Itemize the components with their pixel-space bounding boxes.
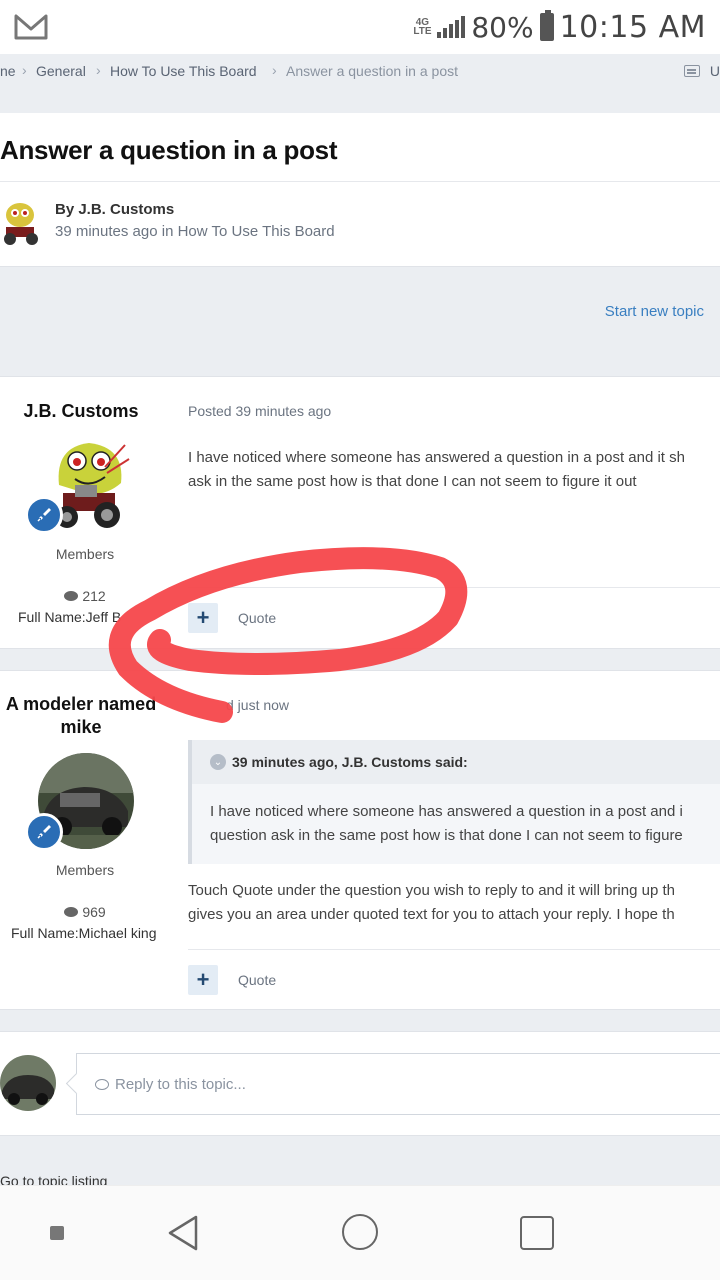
- newspaper-icon: [683, 65, 700, 77]
- multiquote-button[interactable]: +: [188, 603, 218, 633]
- chevron-down-icon[interactable]: ⌄: [210, 754, 226, 770]
- topic-header: Answer a question in a post By J.B. Cust…: [0, 113, 720, 267]
- quote-header[interactable]: ⌄ 39 minutes ago, J.B. Customs said:: [192, 740, 720, 784]
- post-author-name[interactable]: A modeler named mike: [0, 693, 162, 739]
- post-timestamp[interactable]: Posted 39 minutes ago: [188, 403, 331, 419]
- breadcrumb: ne › General › How To Use This Board › A…: [0, 54, 720, 90]
- unread-label: U: [709, 63, 720, 79]
- quoted-post: ⌄ 39 minutes ago, J.B. Customs said: I h…: [188, 740, 720, 864]
- rocket-icon: [37, 508, 51, 522]
- post-body: I have noticed where someone has answere…: [188, 446, 720, 494]
- signal-icon: [437, 16, 466, 38]
- quote-button[interactable]: Quote: [238, 610, 276, 626]
- author-name-line: mike: [60, 717, 102, 737]
- reply-area: Reply to this topic...: [0, 1031, 720, 1136]
- post: A modeler named mike Members 969 Full Na…: [0, 670, 720, 1010]
- quote-body-line: I have noticed where someone has answere…: [210, 803, 683, 820]
- post-body-line: Touch Quote under the question you wish …: [188, 882, 675, 899]
- breadcrumb-current: Answer a question in a post: [286, 63, 458, 79]
- status-bar: 4G LTE 80% 10:15 AM: [0, 0, 720, 54]
- breadcrumb-home[interactable]: ne: [0, 63, 16, 79]
- menu-icon[interactable]: [50, 1226, 64, 1240]
- current-user-avatar[interactable]: [0, 1055, 56, 1111]
- gmail-icon: [14, 14, 48, 40]
- unread-content-link[interactable]: U: [683, 63, 720, 79]
- full-name: Full Name:Jeff B: [18, 609, 122, 625]
- chevron-right-icon: ›: [22, 62, 27, 78]
- rank-badge: [25, 813, 63, 851]
- divider: [188, 587, 720, 588]
- network-type-indicator: 4G LTE: [413, 17, 432, 37]
- quote-button[interactable]: Quote: [238, 972, 276, 988]
- post-author-name[interactable]: J.B. Customs: [0, 401, 162, 422]
- rocket-icon: [37, 825, 51, 839]
- back-icon[interactable]: [164, 1214, 202, 1252]
- post-timestamp[interactable]: d just now: [226, 697, 289, 713]
- page-title: Answer a question in a post: [0, 135, 338, 165]
- breadcrumb-general[interactable]: General: [36, 63, 86, 79]
- reply-input[interactable]: Reply to this topic...: [76, 1053, 720, 1115]
- plus-icon: +: [196, 605, 210, 630]
- member-group: Members: [55, 862, 115, 878]
- topic-author[interactable]: By J.B. Customs: [55, 201, 174, 218]
- plus-icon: +: [196, 967, 210, 992]
- post-count-value: 212: [82, 588, 106, 604]
- clock: 10:15 AM: [559, 9, 706, 45]
- home-icon[interactable]: [342, 1214, 378, 1250]
- battery-percent: 80%: [471, 10, 534, 44]
- comment-icon: [64, 907, 79, 917]
- battery-icon: [539, 10, 554, 41]
- quote-body-line: question ask in the same post how is tha…: [210, 827, 683, 844]
- post-count: 212: [0, 588, 170, 604]
- divider: [0, 181, 720, 182]
- chevron-right-icon: ›: [96, 62, 101, 78]
- chevron-right-icon: ›: [272, 62, 277, 78]
- recent-apps-icon[interactable]: [520, 1216, 554, 1250]
- quote-body: I have noticed where someone has answere…: [210, 800, 720, 848]
- post-count-value: 969: [82, 904, 106, 920]
- author-name-line: A modeler named: [5, 694, 157, 714]
- reply-placeholder-text: Reply to this topic...: [115, 1076, 246, 1093]
- member-group: Members: [55, 546, 115, 562]
- quote-citation: 39 minutes ago, J.B. Customs said:: [232, 754, 468, 770]
- comment-outline-icon: [95, 1079, 109, 1090]
- post-body: Touch Quote under the question you wish …: [188, 879, 720, 927]
- breadcrumb-how-to-use[interactable]: How To Use This Board: [110, 63, 257, 79]
- author-avatar[interactable]: [0, 197, 44, 247]
- android-nav-bar: [0, 1185, 720, 1280]
- post-body-line: gives you an area under quoted text for …: [188, 906, 675, 923]
- rank-badge: [25, 496, 63, 534]
- topic-meta: 39 minutes ago in How To Use This Board: [55, 223, 335, 240]
- post: J.B. Customs Members 212 Full Name:Jeff …: [0, 376, 720, 649]
- multiquote-button[interactable]: +: [188, 965, 218, 995]
- post-body-line: ask in the same post how is that done I …: [188, 473, 637, 490]
- full-name: Full Name:Michael king: [11, 925, 157, 941]
- divider: [188, 949, 720, 950]
- start-new-topic-link[interactable]: Start new topic: [605, 303, 704, 320]
- post-count: 969: [0, 904, 170, 920]
- comment-icon: [64, 591, 79, 601]
- reply-placeholder: Reply to this topic...: [95, 1076, 246, 1093]
- post-body-line: I have noticed where someone has answere…: [188, 449, 685, 466]
